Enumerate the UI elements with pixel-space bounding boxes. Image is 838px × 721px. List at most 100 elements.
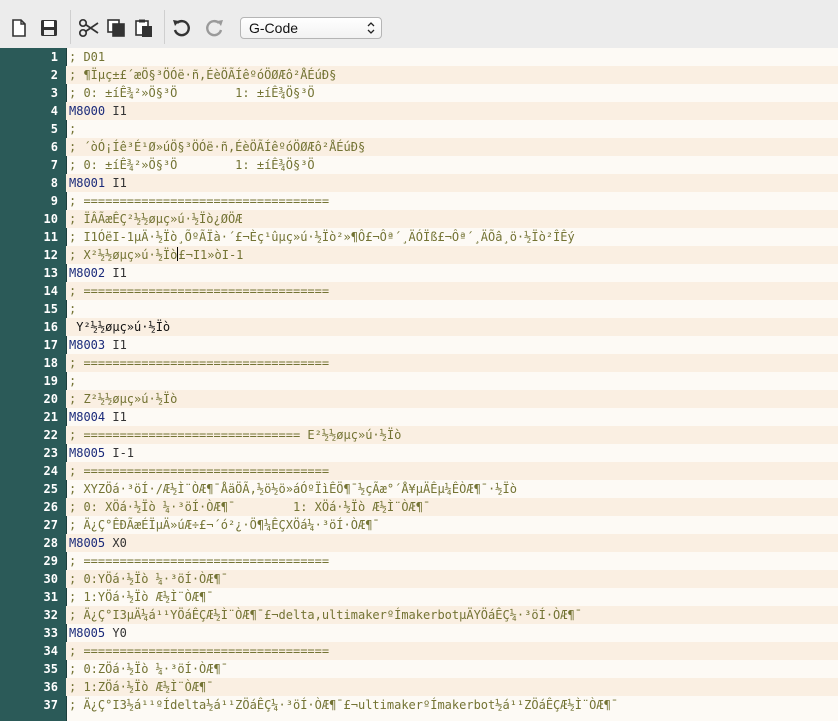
- line-content: M8005 Y0: [66, 624, 838, 642]
- redo-icon: [206, 20, 223, 37]
- editor-line[interactable]: 21 M8004 I1: [0, 408, 838, 426]
- copy-button[interactable]: [102, 14, 130, 42]
- app-window: G-Code 1 ; D01 2 ; ¶Ïµç±£´æÖ§³ÖÓë·ñ,ÉèÖÃÍêº…: [0, 0, 838, 721]
- line-content: ; ==================================: [66, 354, 838, 372]
- line-number: 8: [50, 176, 58, 190]
- editor-line[interactable]: 17 M8003 I1: [0, 336, 838, 354]
- line-content: M8003 I1: [66, 336, 838, 354]
- line-content: ; Z²½½øµç»ú·½Ïò: [66, 390, 838, 408]
- redo-button[interactable]: [200, 14, 228, 42]
- gcode-argument: I1: [105, 176, 127, 190]
- line-number: 33: [43, 626, 58, 640]
- editor-line[interactable]: 1 ; D01: [0, 48, 838, 66]
- line-text: ; ==================================: [69, 464, 330, 478]
- editor-line[interactable]: 24 ; ==================================: [0, 462, 838, 480]
- line-number: 23: [43, 446, 58, 460]
- editor-line[interactable]: 26 ; 0: XÖá·½Ïò ¼·³öÍ·ÒÆ¶¯ 1: XÖá·½Ïò Æ½Ì…: [0, 498, 838, 516]
- line-text-after-cursor: £¬I1»òI-1: [178, 248, 244, 262]
- editor-line[interactable]: 12 ; X²½½øµç»ú·½Ïò£¬I1»òI-1: [0, 246, 838, 264]
- editor-line[interactable]: 22 ; ============================== E²½½ø…: [0, 426, 838, 444]
- line-number: 22: [43, 428, 58, 442]
- line-number: 27: [43, 518, 58, 532]
- line-content: ; ´òÓ¡Íê³É¹Ø»úÖ§³ÖÓë·ñ,ÉèÖÃÍêºóÖØÆô²ÅÉúÐ…: [66, 138, 838, 156]
- line-content: ; 1:YÖá·½Ïò Æ½Ì¨ÒÆ¶¯: [66, 588, 838, 606]
- line-text: ; ==================================: [69, 284, 330, 298]
- line-content: ; ============================== E²½½øµç…: [66, 426, 838, 444]
- line-number: 6: [50, 140, 58, 154]
- undo-button[interactable]: [168, 14, 196, 42]
- line-text: ; ¶Ïµç±£´æÖ§³ÖÓë·ñ,ÉèÖÃÍêºóÖØÆô²ÅÉúÐ§: [69, 68, 337, 82]
- editor-line[interactable]: 36 ; 1:ZÖá·½Ïò Æ½Ì¨ÒÆ¶¯: [0, 678, 838, 696]
- editor-line[interactable]: 37 ; Ä¿Ç°I3½á¹¹ºÍdelta½á¹¹ZÖáÊÇ¼·³öÍ·ÒÆ¶¯…: [0, 696, 838, 714]
- line-content: ; ==================================: [66, 552, 838, 570]
- editor-line[interactable]: 25 ; XYZÖá·³öÍ·/Æ½Ì¨ÒÆ¶¯ÅäÖÃ,½ö½ö»áÓºÏìÊÖ…: [0, 480, 838, 498]
- editor-line[interactable]: 28 M8005 X0: [0, 534, 838, 552]
- scissors-icon: [78, 18, 99, 38]
- line-content: ; Ä¿Ç°I3µÄ¼á¹¹YÖáÊÇÆ½Ì¨ÒÆ¶¯£¬delta,ultim…: [66, 606, 838, 624]
- language-mode-select[interactable]: G-Code: [240, 17, 382, 39]
- line-content: ; 0: ±íÊ¾²»Ö§³Ö 1: ±íÊ¾Ö§³Ö: [66, 84, 838, 102]
- editor-line[interactable]: 11 ; I1ÓëI-1µÄ·½Ïò¸ÕºÃÏà·´£¬Èç¹ûµç»ú·½Ïò²…: [0, 228, 838, 246]
- editor-line[interactable]: 30 ; 0:YÖá·½Ïò ¼·³öÍ·ÒÆ¶¯: [0, 570, 838, 588]
- editor-line[interactable]: 20 ; Z²½½øµç»ú·½Ïò: [0, 390, 838, 408]
- line-text: ; Ä¿Ç°ÊÐÃæÉÏµÄ»úÆ÷£¬´ó²¿·Ö¶¼ÊÇXÖá¼·³öÍ·Ò…: [69, 518, 380, 532]
- cut-button[interactable]: [75, 14, 103, 42]
- editor-line[interactable]: 29 ; ==================================: [0, 552, 838, 570]
- editor-line[interactable]: 31 ; 1:YÖá·½Ïò Æ½Ì¨ÒÆ¶¯: [0, 588, 838, 606]
- editor-line[interactable]: 2 ; ¶Ïµç±£´æÖ§³ÖÓë·ñ,ÉèÖÃÍêºóÖØÆô²ÅÉúÐ§: [0, 66, 838, 84]
- editor-line[interactable]: 32 ; Ä¿Ç°I3µÄ¼á¹¹YÖáÊÇÆ½Ì¨ÒÆ¶¯£¬delta,ult…: [0, 606, 838, 624]
- line-number: 13: [43, 266, 58, 280]
- toolbar-separator: [70, 10, 71, 44]
- editor-line[interactable]: 9 ; ==================================: [0, 192, 838, 210]
- editor-line[interactable]: 5;: [0, 120, 838, 138]
- editor-line[interactable]: 33 M8005 Y0: [0, 624, 838, 642]
- editor-line[interactable]: 8 M8001 I1: [0, 174, 838, 192]
- line-text: ; ÏÂÃæÊÇ²½½øµç»ú·½Ïò¿ØÖÆ: [69, 212, 243, 226]
- gcode-command: M8000: [69, 104, 106, 118]
- line-content: ; ÏÂÃæÊÇ²½½øµç»ú·½Ïò¿ØÖÆ: [66, 210, 838, 228]
- paste-button[interactable]: [130, 14, 158, 42]
- gcode-argument: X0: [105, 536, 127, 550]
- editor-line[interactable]: 7 ; 0: ±íÊ¾²»Ö§³Ö 1: ±íÊ¾Ö§³Ö: [0, 156, 838, 174]
- code-editor[interactable]: 1 ; D01 2 ; ¶Ïµç±£´æÖ§³ÖÓë·ñ,ÉèÖÃÍêºóÖØÆô²Å…: [0, 48, 838, 721]
- editor-line[interactable]: 34 ; ==================================: [0, 642, 838, 660]
- line-content: M8005 X0: [66, 534, 838, 552]
- line-number: 15: [43, 302, 58, 316]
- editor-line[interactable]: 4 M8000 I1: [0, 102, 838, 120]
- editor-line[interactable]: 19;: [0, 372, 838, 390]
- editor-line[interactable]: 6 ; ´òÓ¡Íê³É¹Ø»úÖ§³ÖÓë·ñ,ÉèÖÃÍêºóÖØÆô²ÅÉú…: [0, 138, 838, 156]
- line-text: ; 0: ±íÊ¾²»Ö§³Ö 1: ±íÊ¾Ö§³Ö: [69, 86, 315, 100]
- editor-line[interactable]: 3 ; 0: ±íÊ¾²»Ö§³Ö 1: ±íÊ¾Ö§³Ö: [0, 84, 838, 102]
- line-text: ; XYZÖá·³öÍ·/Æ½Ì¨ÒÆ¶¯ÅäÖÃ,½ö½ö»áÓºÏìÊÖ¶¯…: [69, 482, 517, 496]
- editor-line[interactable]: 14 ; ==================================: [0, 282, 838, 300]
- line-text: ; X²½½øµç»ú·½Ïò: [69, 248, 178, 262]
- editor-line[interactable]: 13 M8002 I1: [0, 264, 838, 282]
- save-button[interactable]: [35, 14, 63, 42]
- line-number: 35: [43, 662, 58, 676]
- line-number: 28: [43, 536, 58, 550]
- toolbar-separator: [164, 10, 165, 44]
- line-content: ; ==================================: [66, 282, 838, 300]
- line-content: M8004 I1: [66, 408, 838, 426]
- editor-line[interactable]: 23 M8005 I-1: [0, 444, 838, 462]
- editor-lines: 1 ; D01 2 ; ¶Ïµç±£´æÖ§³ÖÓë·ñ,ÉèÖÃÍêºóÖØÆô²Å…: [0, 48, 838, 714]
- editor-line[interactable]: 35 ; 0:ZÖá·½Ïò ¼·³öÍ·ÒÆ¶¯: [0, 660, 838, 678]
- line-number: 16: [43, 320, 58, 334]
- editor-line[interactable]: 27 ; Ä¿Ç°ÊÐÃæÉÏµÄ»úÆ÷£¬´ó²¿·Ö¶¼ÊÇXÖá¼·³öÍ…: [0, 516, 838, 534]
- line-number: 5: [50, 122, 58, 136]
- gcode-command: M8005: [69, 446, 106, 460]
- line-text: ; 1:ZÖá·½Ïò Æ½Ì¨ÒÆ¶¯: [69, 680, 214, 694]
- line-text: ; ============================== E²½½øµç…: [69, 428, 402, 442]
- line-content: M8005 I-1: [66, 444, 838, 462]
- editor-line[interactable]: 16 Y²½½øµç»ú·½Ïò: [0, 318, 838, 336]
- line-number: 24: [43, 464, 58, 478]
- editor-line[interactable]: 18 ; ==================================: [0, 354, 838, 372]
- editor-line[interactable]: 15;: [0, 300, 838, 318]
- line-number: 2: [50, 68, 58, 82]
- line-number: 10: [43, 212, 58, 226]
- line-content: ; XYZÖá·³öÍ·/Æ½Ì¨ÒÆ¶¯ÅäÖÃ,½ö½ö»áÓºÏìÊÖ¶¯…: [66, 480, 838, 498]
- new-file-button[interactable]: [5, 14, 33, 42]
- editor-line[interactable]: 10 ; ÏÂÃæÊÇ²½½øµç»ú·½Ïò¿ØÖÆ: [0, 210, 838, 228]
- line-text: ; 0: ±íÊ¾²»Ö§³Ö 1: ±íÊ¾Ö§³Ö: [69, 158, 315, 172]
- line-content: ; 0: ±íÊ¾²»Ö§³Ö 1: ±íÊ¾Ö§³Ö: [66, 156, 838, 174]
